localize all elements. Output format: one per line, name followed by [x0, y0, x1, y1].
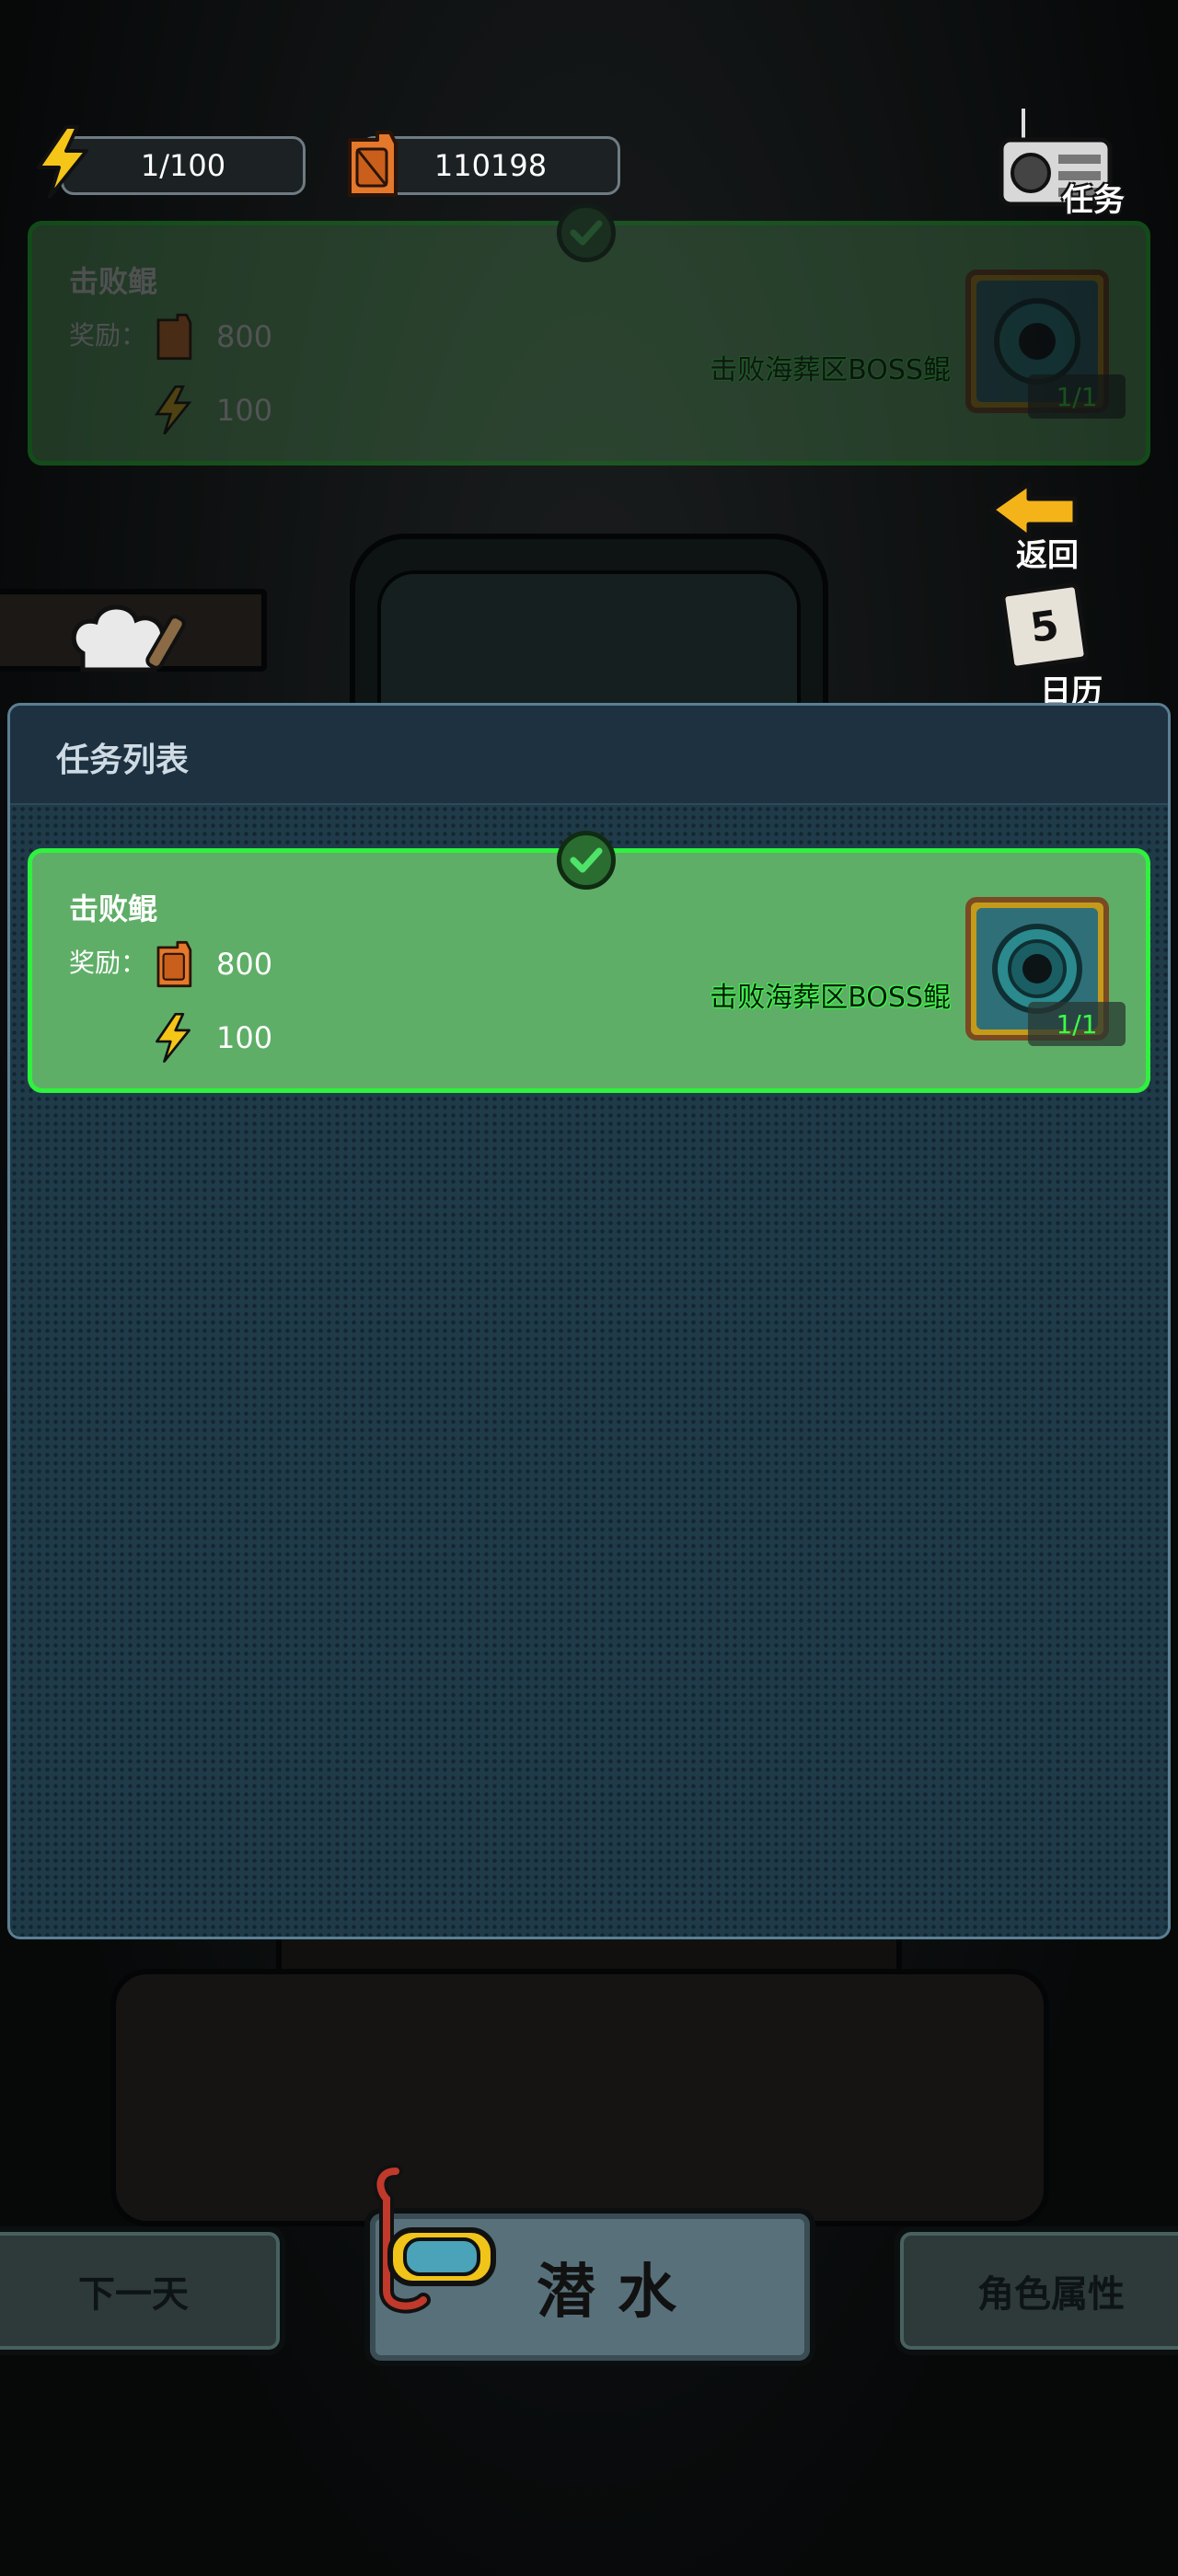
- fuel-can-icon: [348, 131, 398, 197]
- panel-title: 任务列表: [56, 742, 190, 779]
- background-task-progress: 1/1: [1028, 374, 1126, 419]
- energy-reward: 100: [152, 1011, 272, 1064]
- kitchen-button[interactable]: [64, 598, 212, 703]
- back-label: 返回: [1016, 537, 1079, 574]
- character-attributes-label: 角色属性: [977, 2273, 1125, 2316]
- chef-hat-icon: [71, 604, 186, 673]
- check-badge-icon: [557, 203, 616, 262]
- calendar-icon: 5: [999, 581, 1090, 672]
- background-energy-reward-value: 100: [216, 393, 273, 428]
- lightning-icon: [154, 385, 192, 435]
- lightning-icon: [37, 125, 88, 199]
- next-day-label: 下一天: [78, 2273, 189, 2316]
- calendar-button[interactable]: 5 日历: [999, 580, 1128, 710]
- task-title: 击败鲲: [69, 891, 158, 926]
- back-button[interactable]: 返回: [983, 478, 1112, 574]
- snorkel-mask-icon: [373, 2164, 496, 2314]
- background-fuel-reward-value: 800: [216, 319, 273, 354]
- background-task-description: 击败海葬区BOSS鲲: [710, 354, 951, 386]
- task-label: 任务: [1062, 182, 1125, 219]
- energy-value: 1/100: [140, 148, 226, 183]
- task-description: 击败海葬区BOSS鲲: [710, 982, 951, 1014]
- background-reward-label: 奖励：: [69, 320, 147, 351]
- energy-reward-value: 100: [216, 1020, 273, 1055]
- task-card[interactable]: 击败鲲 奖励： 800 100 击败海葬区BOSS鲲 1/1: [28, 831, 1150, 1093]
- lightning-icon: [156, 1012, 191, 1064]
- calendar-day: 5: [1027, 601, 1062, 652]
- background-task-title: 击败鲲: [69, 264, 158, 299]
- fuel-can-icon: [156, 313, 192, 361]
- energy-counter: 1/100: [61, 136, 306, 195]
- reward-label: 奖励：: [69, 948, 147, 978]
- game-scene: 1/100 110198 任务 击败鲲 奖励： 800 100 击败海葬区BOS…: [0, 0, 1178, 2576]
- background-energy-reward: 100: [152, 384, 272, 437]
- fuel-can-icon: [156, 940, 192, 988]
- character-attributes-button[interactable]: 角色属性: [895, 2226, 1178, 2355]
- background-fuel-reward: 800: [152, 310, 272, 363]
- next-day-button[interactable]: 下一天: [0, 2226, 285, 2355]
- fuel-value: 110198: [433, 148, 548, 183]
- check-badge-icon: [557, 831, 616, 890]
- panel-header: 任务列表: [10, 706, 1168, 805]
- fuel-reward-value: 800: [216, 947, 273, 982]
- fuel-reward: 800: [152, 937, 272, 991]
- background-task-card: 击败鲲 奖励： 800 100 击败海葬区BOSS鲲 1/1: [28, 203, 1150, 466]
- task-progress: 1/1: [1028, 1002, 1126, 1046]
- task-radio-button[interactable]: 任务: [996, 103, 1143, 223]
- dive-label: 潜水: [537, 2259, 699, 2327]
